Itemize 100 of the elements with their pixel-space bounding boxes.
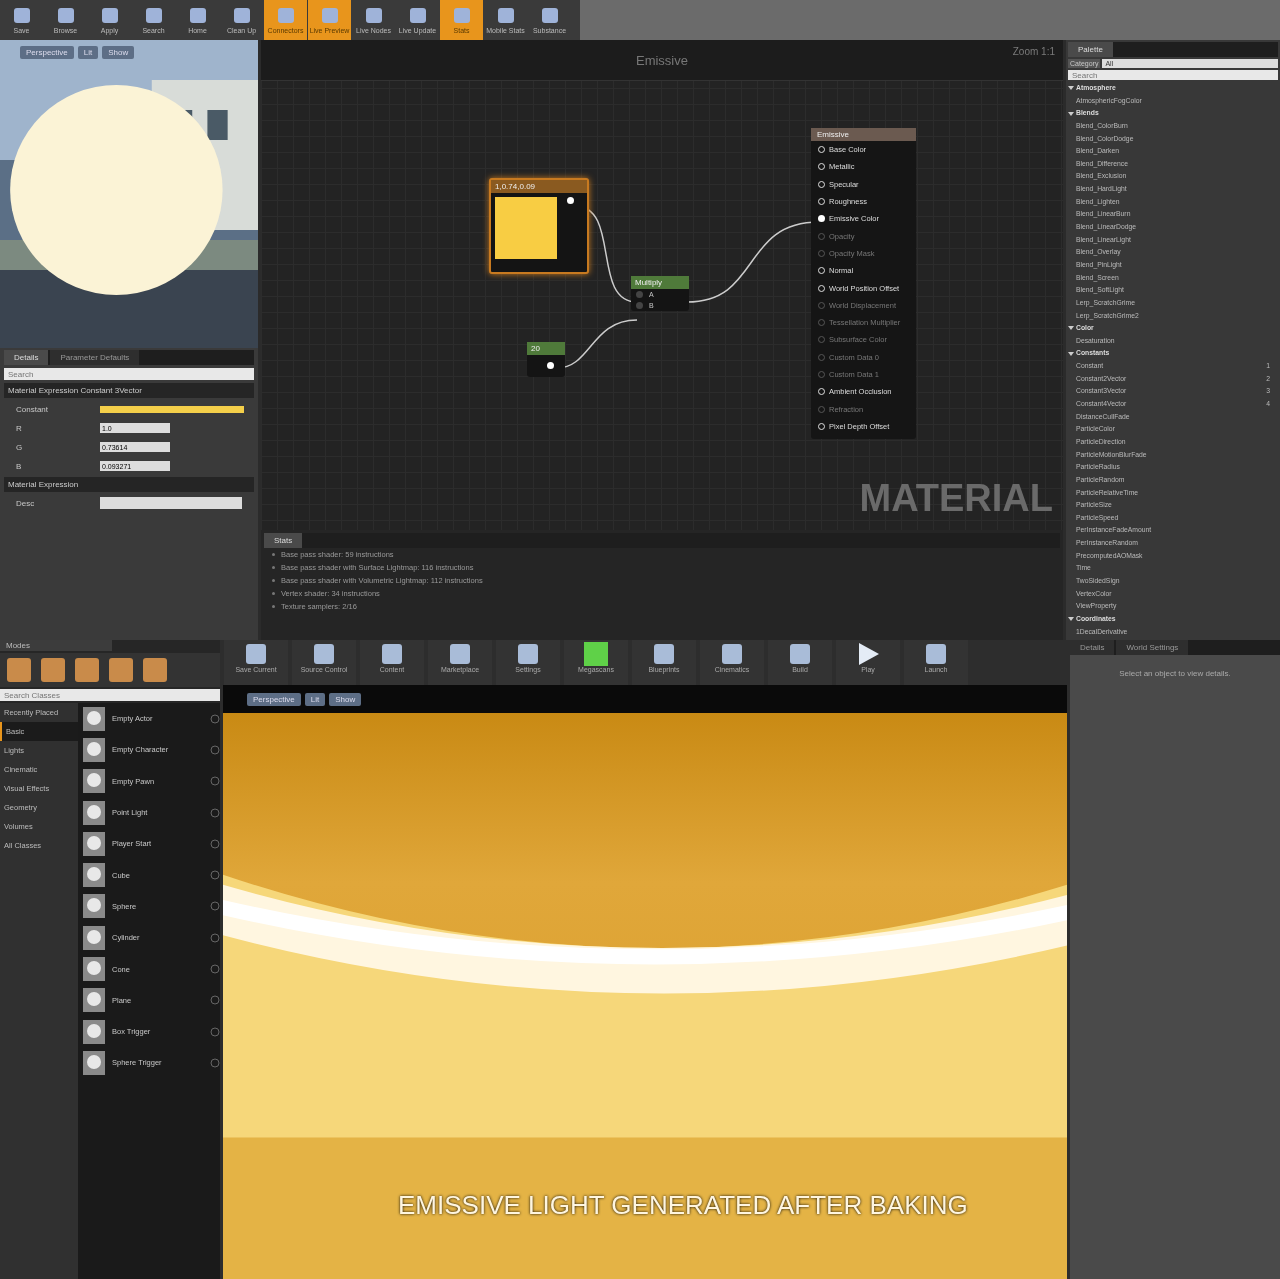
tile-icon [447,642,473,666]
mode-icon[interactable] [106,655,136,685]
viewport-button[interactable]: Lit [304,692,326,706]
tile-icon [539,6,560,25]
input-pin[interactable] [818,215,825,223]
viewport-button[interactable]: Perspective [247,692,301,706]
search-field[interactable]: Search Classes [0,689,220,701]
tile-icon [319,6,340,25]
viewport-button[interactable]: Show [329,692,362,706]
mode-icon[interactable] [4,655,34,685]
mode-icon[interactable] [72,655,102,685]
panel-tab[interactable]: Stats [264,533,303,548]
graph-type-label: MATERIAL [859,477,1053,520]
property-label: Desc [15,498,36,508]
constant-node[interactable]: 20 [527,342,565,377]
property-label: G [15,442,24,452]
empty-hint: Select an object to view details. [1118,668,1232,678]
expander-icon[interactable] [1068,326,1074,331]
info-icon[interactable] [210,1057,220,1068]
output-pin[interactable] [547,362,554,369]
tile-icon [143,6,164,25]
actor-icon [82,705,106,732]
info-icon[interactable] [210,964,220,974]
actor-icon [82,862,106,889]
text-field[interactable] [100,497,242,509]
tile-icon [719,642,745,666]
panel-tab[interactable]: Palette [1068,42,1113,57]
tile-icon [275,6,296,25]
tile-icon [515,642,541,666]
search-field[interactable]: Search [4,368,254,380]
tile-icon [451,6,472,25]
property-label: R [15,423,23,433]
mode-icon[interactable] [140,655,170,685]
tile-icon [379,642,405,666]
info-icon[interactable] [210,870,220,881]
tile-icon [231,6,252,25]
expander-icon[interactable] [1068,617,1074,622]
color-node[interactable]: 1,0.74,0.09 [489,178,589,274]
property-label: Constant [15,404,50,414]
mode-icon[interactable] [38,655,68,685]
input-pin[interactable] [636,291,643,298]
actor-icon [82,987,106,1014]
bullet-icon [272,566,275,569]
bullet-icon [272,579,275,582]
expander-icon[interactable] [1068,111,1074,116]
info-icon[interactable] [210,932,220,943]
info-icon[interactable] [210,807,220,818]
color-swatch[interactable] [100,405,244,413]
expander-icon[interactable] [1068,86,1074,91]
info-icon[interactable] [210,901,220,912]
viewport-button[interactable]: Show [102,46,135,59]
node-title: Multiply [631,276,689,289]
actor-icon [82,1018,106,1045]
actor-icon [82,956,106,982]
section-header[interactable]: Material Expression [4,477,254,492]
info-icon[interactable] [210,744,220,755]
output-pin[interactable] [567,197,574,204]
search-field[interactable]: Search [1068,70,1278,80]
actor-icon [82,768,106,795]
tile-icon [187,6,208,25]
tile-icon [583,642,609,666]
panel-tab[interactable]: Details [4,350,49,365]
section-header[interactable]: Material Expression Constant 3Vector [4,383,254,398]
tile-icon [99,6,120,25]
graph-title: Emissive [636,52,688,68]
actor-icon [82,736,106,763]
zoom-label: Zoom 1:1 [1012,46,1055,57]
tile-icon [55,6,76,25]
tile-icon [243,642,269,666]
viewport-button[interactable]: Perspective [20,46,74,59]
result-node[interactable] [811,128,916,440]
panel-tab[interactable]: Parameter Defaults [50,350,140,365]
node-title: 20 [527,342,565,355]
node-title: Emissive [811,128,916,141]
panel-tab[interactable]: Modes [0,640,112,651]
property-label: B [15,461,23,471]
tile-icon [651,642,677,666]
tile-icon [787,642,813,666]
actor-icon [82,830,106,857]
input-pin[interactable] [636,302,643,309]
info-icon[interactable] [210,713,220,724]
bullet-icon [272,553,275,556]
bullet-icon [272,605,275,608]
actor-icon [82,1049,106,1076]
info-icon[interactable] [210,1026,220,1037]
expander-icon[interactable] [1068,351,1074,356]
panel-tab[interactable]: World Settings [1116,640,1189,655]
tile-icon [363,6,384,25]
tile-icon [495,6,516,25]
actor-icon [82,799,106,826]
tile-icon [407,6,428,25]
bullet-icon [272,592,275,595]
color-swatch [495,197,557,259]
panel-tab[interactable]: Details [1070,640,1115,655]
tile-icon [311,642,337,666]
actor-icon [82,893,106,920]
info-icon[interactable] [210,776,220,787]
info-icon[interactable] [210,995,220,1006]
info-icon[interactable] [210,838,220,849]
tile-icon [11,6,32,25]
